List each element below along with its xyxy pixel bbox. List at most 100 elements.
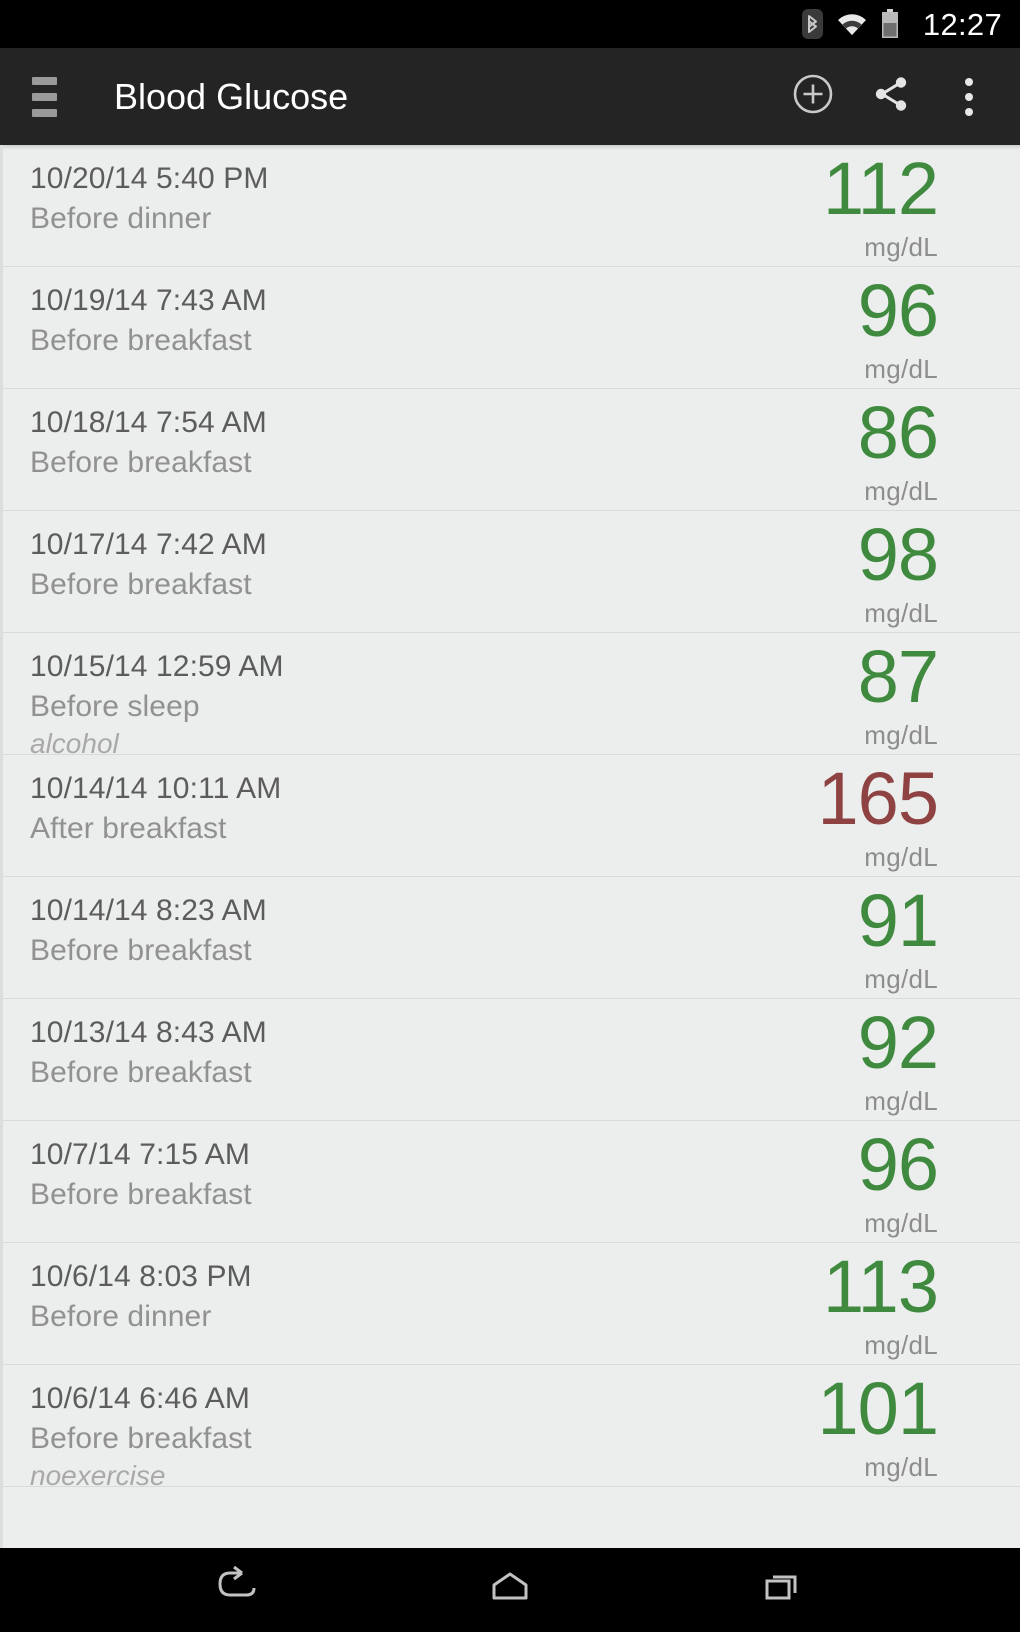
entry-reading: 96 mg/dL [857,1123,939,1239]
wifi-icon [836,11,868,37]
entry-details: 10/17/14 7:42 AM Before breakfast [30,525,938,604]
entry-reading: 112 mg/dL [823,147,939,263]
entry-details: 10/14/14 8:23 AM Before breakfast [30,891,938,970]
entry-details: 10/13/14 8:43 AM Before breakfast [30,1013,938,1092]
entry-details: 10/14/14 10:11 AM After breakfast [30,769,938,848]
entry-unit: mg/dL [864,720,938,751]
system-navigation-bar [0,1548,1020,1632]
hamburger-menu-icon[interactable] [22,69,78,125]
overflow-button[interactable] [930,58,1008,136]
hamburger-bar-1 [32,76,57,85]
table-row[interactable]: 10/6/14 8:03 PM Before dinner 113 mg/dL [3,1243,1020,1365]
status-bar: 12:27 [0,0,1020,48]
table-row[interactable]: 10/20/14 5:40 PM Before dinner 112 mg/dL [3,145,1020,267]
entry-datetime: 10/7/14 7:15 AM [30,1138,250,1171]
share-button[interactable] [852,58,930,136]
home-button[interactable] [474,1560,546,1620]
share-icon [869,72,913,121]
bluetooth-icon [801,9,823,39]
entry-meal-label: Before dinner [30,1299,212,1333]
table-row[interactable]: 10/18/14 7:54 AM Before breakfast 86 mg/dL [3,389,1020,511]
table-row[interactable]: 10/6/14 6:46 AM Before breakfast noexercis… [3,1365,1020,1491]
entry-details: 10/15/14 12:59 AM Before sleep alcohol [30,647,938,763]
entry-value: 96 [857,1123,939,1206]
entry-meal-label: After breakfast [30,811,227,845]
entry-unit: mg/dL [864,598,938,629]
entry-reading: 92 mg/dL [857,1001,939,1117]
more-vertical-icon [965,77,973,116]
entry-unit: mg/dL [864,1208,938,1239]
entry-meal-label: Before dinner [30,201,212,235]
entry-value: 113 [823,1245,939,1328]
action-bar: Blood Glucose [0,48,1020,145]
entry-details: 10/20/14 5:40 PM Before dinner [30,159,938,238]
entry-meal-label: Before sleep [30,689,200,723]
entry-details: 10/6/14 8:03 PM Before dinner [30,1257,938,1336]
table-row[interactable]: 10/15/14 12:59 AM Before sleep alcohol 87 mg… [3,633,1020,759]
entry-value: 91 [857,879,939,962]
phone-screen: 12:27 Blood Glucose 10/20/14 5:40 PM Bef… [0,0,1020,1632]
entry-meal-label: Before breakfast [30,1177,252,1211]
entry-unit: mg/dL [864,1330,938,1361]
table-row[interactable]: 10/14/14 8:23 AM Before breakfast 91 mg/dL [3,877,1020,999]
entry-datetime: 10/18/14 7:54 AM [30,406,267,439]
entry-meal-label: Before breakfast [30,323,252,357]
entry-datetime: 10/13/14 8:43 AM [30,1016,267,1049]
entry-value: 92 [857,1001,939,1084]
entry-value: 98 [857,513,939,596]
add-button[interactable] [774,58,852,136]
entry-meal-label: Before breakfast [30,1055,252,1089]
table-row[interactable]: 10/13/14 8:43 AM Before breakfast 92 mg/dL [3,999,1020,1121]
entry-value: 101 [817,1367,939,1450]
glucose-entry-list[interactable]: 10/20/14 5:40 PM Before dinner 112 mg/dL 10/… [0,145,1020,1548]
entry-unit: mg/dL [864,964,938,995]
entry-meal-label: Before breakfast [30,445,252,479]
entry-details: 10/18/14 7:54 AM Before breakfast [30,403,938,482]
entry-datetime: 10/6/14 8:03 PM [30,1260,252,1293]
entry-unit: mg/dL [864,842,938,873]
entry-details: 10/7/14 7:15 AM Before breakfast [30,1135,938,1214]
entry-unit: mg/dL [864,232,938,263]
entry-meal-label: Before breakfast [30,933,252,967]
recents-icon [759,1566,805,1615]
home-icon [486,1566,534,1615]
entry-unit: mg/dL [864,1452,938,1483]
entry-reading: 91 mg/dL [857,879,939,995]
entry-datetime: 10/14/14 8:23 AM [30,894,267,927]
entry-meal-label: Before breakfast [30,567,252,601]
table-row[interactable]: 10/19/14 7:43 AM Before breakfast 96 mg/dL [3,267,1020,389]
entry-unit: mg/dL [864,354,938,385]
entry-value: 86 [857,391,939,474]
back-arrow-icon [212,1565,264,1615]
overflow-dot-2 [965,92,973,101]
entry-reading: 113 mg/dL [823,1245,939,1361]
entry-value: 96 [857,269,939,352]
entry-unit: mg/dL [864,1086,938,1117]
entry-details: 10/19/14 7:43 AM Before breakfast [30,281,938,360]
entry-reading: 87 mg/dL [858,639,939,751]
entry-details: 10/6/14 6:46 AM Before breakfast noexercis… [30,1379,938,1495]
entry-note: noexercise [30,1460,166,1492]
entry-datetime: 10/15/14 12:59 AM [30,650,284,683]
table-row[interactable]: 10/17/14 7:42 AM Before breakfast 98 mg/dL [3,511,1020,633]
overflow-dot-3 [965,107,973,116]
entry-unit: mg/dL [864,476,938,507]
entry-value: 112 [823,147,939,230]
page-title: Blood Glucose [114,75,349,117]
entry-value: 165 [817,757,939,840]
table-row[interactable]: 10/7/14 7:15 AM Before breakfast 96 mg/dL [3,1121,1020,1243]
plus-circle-icon [790,71,836,122]
back-button[interactable] [202,1560,274,1620]
status-bar-icons: 12:27 [801,6,1002,42]
hamburger-bar-3 [32,108,57,117]
recents-button[interactable] [746,1560,818,1620]
entry-reading: 165 mg/dL [817,757,939,873]
entry-datetime: 10/6/14 6:46 AM [30,1382,250,1415]
entry-datetime: 10/14/14 10:11 AM [30,772,282,805]
entry-reading: 101 mg/dL [817,1367,939,1483]
battery-icon [881,9,899,39]
table-row[interactable]: 10/14/14 10:11 AM After breakfast 165 mg/dL [3,755,1020,877]
entry-datetime: 10/17/14 7:42 AM [30,528,267,561]
entry-reading: 86 mg/dL [857,391,939,507]
status-bar-clock: 12:27 [922,6,1002,42]
